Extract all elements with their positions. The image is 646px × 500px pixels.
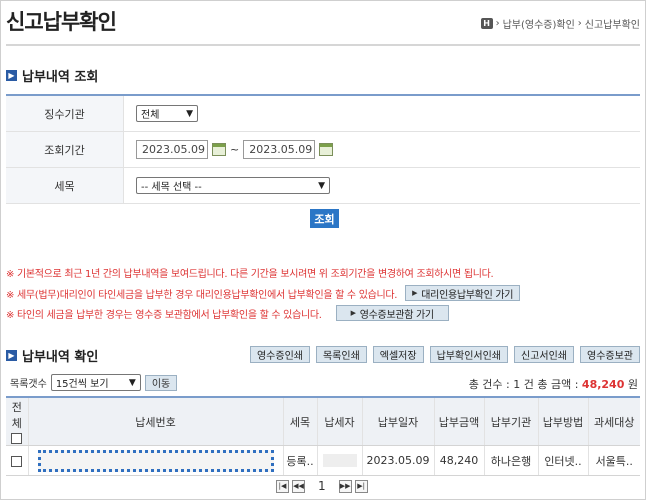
column-header-select-all: 전체: [6, 396, 28, 446]
arrow-right-icon: ▶: [350, 309, 356, 317]
summary-unit: 원: [624, 378, 638, 391]
tax-item-row: 세목 -- 세목 선택 -- ▼: [6, 168, 640, 204]
print-confirmation-button[interactable]: 납부확인서인쇄: [429, 346, 508, 363]
breadcrumb-item: 신고납부확인: [584, 20, 640, 31]
next-page-icon[interactable]: ▶▶: [338, 479, 352, 493]
tax-item-select[interactable]: -- 세목 선택 -- ▼: [136, 177, 330, 194]
result-summary: 총 건수 : 1 건 총 금액 : 48,240 원: [469, 376, 638, 392]
chevron-down-icon: ▼: [128, 377, 136, 388]
pagination: |◀ ◀◀ 1 ▶▶ ▶|: [276, 479, 368, 493]
search-button[interactable]: 조회: [310, 209, 339, 228]
result-table: 전체 납세번호 세목 납세자 납부일자 납부금액 납부기관 납부방법 과세대상 …: [6, 396, 640, 476]
section-arrow-icon: ▶: [6, 70, 17, 81]
breadcrumb-item[interactable]: 납부(영수증)확인: [503, 16, 575, 31]
column-header: 납부금액: [433, 396, 484, 446]
period-label: 조회기간: [6, 132, 124, 167]
tax-item-label: 세목: [6, 168, 124, 203]
masked-payer: [322, 454, 357, 467]
column-header: 납부기관: [483, 396, 538, 446]
section-arrow-icon: ▶: [6, 350, 17, 361]
chevron-down-icon: ▼: [318, 180, 325, 191]
amount-cell: 48,240: [433, 445, 484, 476]
column-header: 납세자: [316, 396, 362, 446]
section-title: 납부내역 확인: [22, 350, 99, 365]
result-toolbar: 영수증인쇄 목록인쇄 엑셀저장 납부확인서인쇄 신고서인쇄 영수증보관: [249, 346, 640, 363]
notice-text: ※ 타인의 세금을 납부한 경우는 영수증 보관함에서 납부확인을 할 수 있습…: [6, 309, 322, 321]
result-section-header: ▶ 납부내역 확인: [6, 346, 98, 365]
section-title: 납부내역 조회: [22, 70, 99, 85]
table-header-row: 전체 납세번호 세목 납세자 납부일자 납부금액 납부기관 납부방법 과세대상: [6, 396, 640, 446]
table-row[interactable]: 등록.. 2023.05.09 48,240 하나은행 인터넷.. 서울특..: [6, 445, 640, 476]
arrow-right-icon: ▶: [412, 289, 418, 297]
page-title: 신고납부확인: [6, 10, 117, 34]
notice-line: ※ 타인의 세금을 납부한 경우는 영수증 보관함에서 납부확인을 할 수 있습…: [6, 305, 449, 321]
method-cell: 인터넷..: [537, 445, 588, 476]
agency-select-value: 전체: [141, 110, 160, 121]
notice-line: ※ 세무(법무)대리인이 타인세금을 납부한 경우 대리인용납부확인에서 납부확…: [6, 285, 521, 301]
print-list-button[interactable]: 목록인쇄: [315, 346, 367, 363]
summary-amount: 48,240: [581, 378, 625, 391]
list-count-control: 목록갯수 15건씩 보기 ▼ 이동: [10, 374, 178, 391]
date-cell: 2023.05.09: [361, 445, 434, 476]
column-header: 과세대상: [587, 396, 640, 446]
column-header: 납부방법: [537, 396, 588, 446]
agent-payment-check-label: 대리인용납부확인 가기: [421, 289, 514, 301]
agent-payment-check-button[interactable]: ▶ 대리인용납부확인 가기: [405, 285, 521, 301]
summary-prefix: 총 건수 : 1 건 총 금액 :: [468, 378, 582, 391]
search-form: 징수기관 전체 ▼ 조회기간 2023.05.09 ~ 2023.05.09 세…: [6, 94, 640, 204]
select-all-checkbox[interactable]: [11, 432, 23, 444]
breadcrumb: H › 납부(영수증)확인 › 신고납부확인: [480, 16, 640, 31]
tax-item-select-value: -- 세목 선택 --: [141, 182, 202, 193]
target-cell: 서울특..: [587, 445, 640, 476]
date-from-input[interactable]: 2023.05.09: [136, 140, 208, 159]
tax-number-cell[interactable]: [27, 445, 283, 476]
date-to-input[interactable]: 2023.05.09: [243, 140, 316, 159]
print-return-button[interactable]: 신고서인쇄: [514, 346, 574, 363]
period-row: 조회기간 2023.05.09 ~ 2023.05.09: [6, 132, 640, 168]
prev-page-icon[interactable]: ◀◀: [292, 479, 305, 493]
move-button[interactable]: 이동: [144, 374, 178, 391]
list-count-value: 15건씩 보기: [55, 379, 109, 390]
date-separator: ~: [230, 143, 240, 156]
chevron-down-icon: ▼: [186, 108, 193, 119]
home-icon[interactable]: H: [480, 18, 493, 29]
row-checkbox[interactable]: [11, 455, 23, 467]
receipt-box-label: 영수증보관함 가기: [359, 309, 434, 321]
agency-label: 징수기관: [6, 96, 124, 131]
column-header: 납세번호: [27, 396, 283, 446]
list-count-select[interactable]: 15건씩 보기 ▼: [50, 374, 141, 391]
agency-row: 징수기관 전체 ▼: [6, 96, 640, 132]
bank-cell: 하나은행: [483, 445, 538, 476]
page-number[interactable]: 1: [318, 479, 326, 493]
calendar-icon[interactable]: [319, 143, 334, 156]
save-excel-button[interactable]: 엑셀저장: [372, 346, 424, 363]
notice-text: ※ 세무(법무)대리인이 타인세금을 납부한 경우 대리인용납부확인에서 납부확…: [6, 289, 398, 301]
notice-text: ※ 기본적으로 최근 1년 간의 납부내역을 보여드립니다. 다른 기간을 보시…: [6, 269, 494, 280]
breadcrumb-sep-icon: ›: [577, 18, 582, 29]
last-page-icon[interactable]: ▶|: [354, 479, 368, 493]
store-receipt-button[interactable]: 영수증보관: [580, 346, 640, 363]
masked-tax-number: [37, 449, 274, 472]
title-divider: [6, 44, 640, 46]
breadcrumb-sep-icon: ›: [495, 18, 500, 29]
select-all-label: 전체: [11, 401, 22, 430]
list-count-label: 목록갯수: [10, 379, 47, 390]
print-receipt-button[interactable]: 영수증인쇄: [249, 346, 310, 363]
notice-line: ※ 기본적으로 최근 1년 간의 납부내역을 보여드립니다. 다른 기간을 보시…: [6, 265, 494, 280]
agency-select[interactable]: 전체 ▼: [136, 105, 198, 122]
column-header: 납부일자: [361, 396, 434, 446]
tax-item-cell: 등록..: [282, 445, 317, 476]
row-checkbox-cell: [6, 445, 28, 476]
first-page-icon[interactable]: |◀: [276, 479, 289, 493]
column-header: 세목: [282, 396, 317, 446]
search-section-header: ▶ 납부내역 조회: [6, 66, 98, 85]
receipt-box-button[interactable]: ▶ 영수증보관함 가기: [335, 305, 449, 321]
payer-cell: [316, 445, 362, 476]
calendar-icon[interactable]: [212, 143, 226, 156]
